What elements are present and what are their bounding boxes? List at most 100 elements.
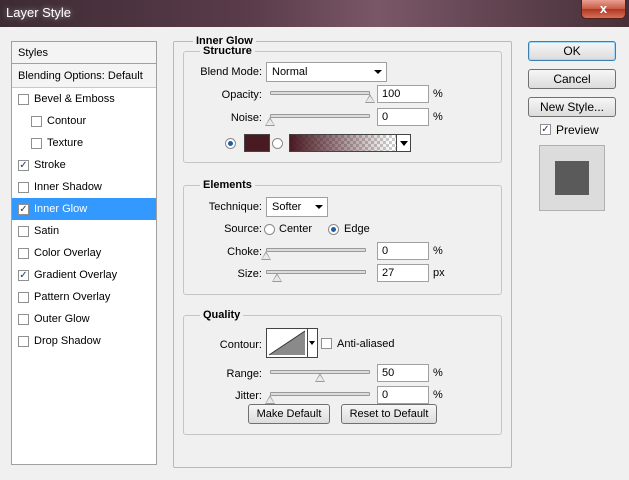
jitter-input[interactable]: 0	[377, 386, 429, 404]
style-checkbox-gradient-overlay[interactable]	[18, 269, 29, 281]
opacity-slider-track[interactable]	[270, 91, 370, 95]
preview-label[interactable]: Preview	[556, 123, 599, 137]
ok-button[interactable]: OK	[528, 41, 616, 61]
choke-slider-track[interactable]	[266, 248, 366, 252]
blend-mode-select[interactable]: Normal	[266, 62, 387, 82]
preview-checkbox[interactable]	[540, 124, 551, 135]
contour-dropdown-arrow[interactable]	[308, 328, 318, 358]
style-item-inner-shadow[interactable]: Inner Shadow	[12, 176, 156, 198]
opacity-label: Opacity:	[221, 89, 262, 101]
noise-unit: %	[433, 111, 443, 123]
cancel-button[interactable]: Cancel	[528, 69, 616, 89]
style-checkbox-contour[interactable]	[31, 115, 42, 127]
noise-slider-thumb[interactable]	[265, 117, 276, 126]
elements-title: Elements	[200, 179, 255, 191]
range-label: Range:	[226, 368, 262, 380]
style-item-pattern-overlay[interactable]: Pattern Overlay	[12, 286, 156, 308]
jitter-unit: %	[433, 389, 443, 401]
style-checkbox-drop-shadow[interactable]	[18, 335, 29, 347]
style-label-bevel-emboss: Bevel & Emboss	[34, 93, 115, 105]
elements-group: Elements Technique: Softer Source: Cente…	[183, 179, 502, 295]
reset-default-button[interactable]: Reset to Default	[341, 404, 437, 424]
style-checkbox-stroke[interactable]	[18, 159, 29, 171]
style-label-inner-glow: Inner Glow	[34, 203, 88, 215]
size-unit: px	[433, 267, 445, 279]
dialog-body: Styles Blending Options: Default Bevel &…	[0, 27, 629, 480]
style-label-outer-glow: Outer Glow	[34, 313, 90, 325]
close-button[interactable]: x	[581, 0, 626, 19]
style-label-texture: Texture	[47, 137, 84, 149]
style-checkbox-color-overlay[interactable]	[18, 247, 29, 259]
style-item-contour[interactable]: Contour	[12, 110, 156, 132]
choke-slider-thumb[interactable]	[261, 251, 272, 260]
style-label-satin: Satin	[34, 225, 60, 237]
choke-label: Choke:	[227, 246, 262, 258]
style-item-gradient-overlay[interactable]: Gradient Overlay	[12, 264, 156, 286]
noise-slider-track[interactable]	[270, 114, 370, 118]
new-style-button[interactable]: New Style...	[528, 97, 616, 117]
anti-aliased-label[interactable]: Anti-aliased	[337, 338, 394, 350]
window-title: Layer Style	[6, 5, 72, 20]
jitter-slider-track[interactable]	[270, 392, 370, 396]
contour-curve-icon	[268, 330, 306, 356]
noise-label: Noise:	[230, 112, 262, 124]
blending-options-item[interactable]: Blending Options: Default	[12, 64, 156, 88]
style-checkbox-outer-glow[interactable]	[18, 313, 29, 325]
source-edge-label[interactable]: Edge	[344, 223, 370, 235]
style-item-stroke[interactable]: Stroke	[12, 154, 156, 176]
close-icon: x	[599, 1, 608, 16]
style-item-texture[interactable]: Texture	[12, 132, 156, 154]
style-item-bevel-emboss[interactable]: Bevel & Emboss	[12, 88, 156, 110]
style-label-gradient-overlay: Gradient Overlay	[34, 269, 118, 281]
style-label-stroke: Stroke	[34, 159, 66, 171]
inner-glow-panel: Inner Glow Structure Blend Mode: Normal …	[173, 35, 512, 468]
style-checkbox-pattern-overlay[interactable]	[18, 291, 29, 303]
make-default-button[interactable]: Make Default	[248, 404, 330, 424]
style-items: Bevel & Emboss Contour Texture Stroke Inner …	[12, 88, 156, 352]
style-checkbox-bevel-emboss[interactable]	[18, 93, 29, 105]
technique-select[interactable]: Softer	[266, 197, 328, 217]
chevron-down-icon[interactable]	[396, 135, 410, 151]
contour-picker[interactable]	[266, 328, 308, 358]
opacity-unit: %	[433, 88, 443, 100]
technique-label: Technique:	[208, 201, 262, 213]
blend-mode-label: Blend Mode:	[200, 66, 262, 78]
structure-group: Structure Blend Mode: Normal Opacity: 10…	[183, 45, 502, 163]
glow-color-swatch[interactable]	[244, 134, 270, 152]
style-item-outer-glow[interactable]: Outer Glow	[12, 308, 156, 330]
choke-input[interactable]: 0	[377, 242, 429, 260]
anti-aliased-checkbox[interactable]	[321, 338, 332, 349]
source-center-label[interactable]: Center	[279, 223, 312, 235]
jitter-label: Jitter:	[235, 390, 262, 402]
style-item-inner-glow[interactable]: Inner Glow	[12, 198, 156, 220]
style-checkbox-texture[interactable]	[31, 137, 42, 149]
noise-input[interactable]: 0	[377, 108, 429, 126]
style-item-satin[interactable]: Satin	[12, 220, 156, 242]
styles-header[interactable]: Styles	[12, 42, 156, 64]
color-mode-radio[interactable]	[225, 138, 236, 149]
style-checkbox-inner-glow[interactable]	[18, 203, 29, 215]
size-input[interactable]: 27	[377, 264, 429, 282]
style-item-drop-shadow[interactable]: Drop Shadow	[12, 330, 156, 352]
preview-thumbnail	[539, 145, 605, 211]
blend-mode-value: Normal	[272, 66, 308, 78]
style-label-drop-shadow: Drop Shadow	[34, 335, 101, 347]
technique-value: Softer	[272, 201, 302, 213]
glow-gradient-swatch[interactable]	[289, 134, 411, 152]
jitter-slider-thumb[interactable]	[265, 395, 276, 404]
opacity-slider-thumb[interactable]	[365, 94, 376, 103]
source-edge-radio[interactable]	[328, 224, 339, 235]
title-bar: Layer Style x	[0, 0, 629, 27]
range-input[interactable]: 50	[377, 364, 429, 382]
style-item-color-overlay[interactable]: Color Overlay	[12, 242, 156, 264]
range-unit: %	[433, 367, 443, 379]
opacity-input[interactable]: 100	[377, 85, 429, 103]
source-center-radio[interactable]	[264, 224, 275, 235]
style-checkbox-inner-shadow[interactable]	[18, 181, 29, 193]
style-checkbox-satin[interactable]	[18, 225, 29, 237]
size-label: Size:	[237, 268, 262, 280]
range-slider-thumb[interactable]	[315, 373, 326, 382]
size-slider-thumb[interactable]	[271, 273, 283, 282]
choke-unit: %	[433, 245, 443, 257]
gradient-mode-radio[interactable]	[272, 138, 283, 149]
